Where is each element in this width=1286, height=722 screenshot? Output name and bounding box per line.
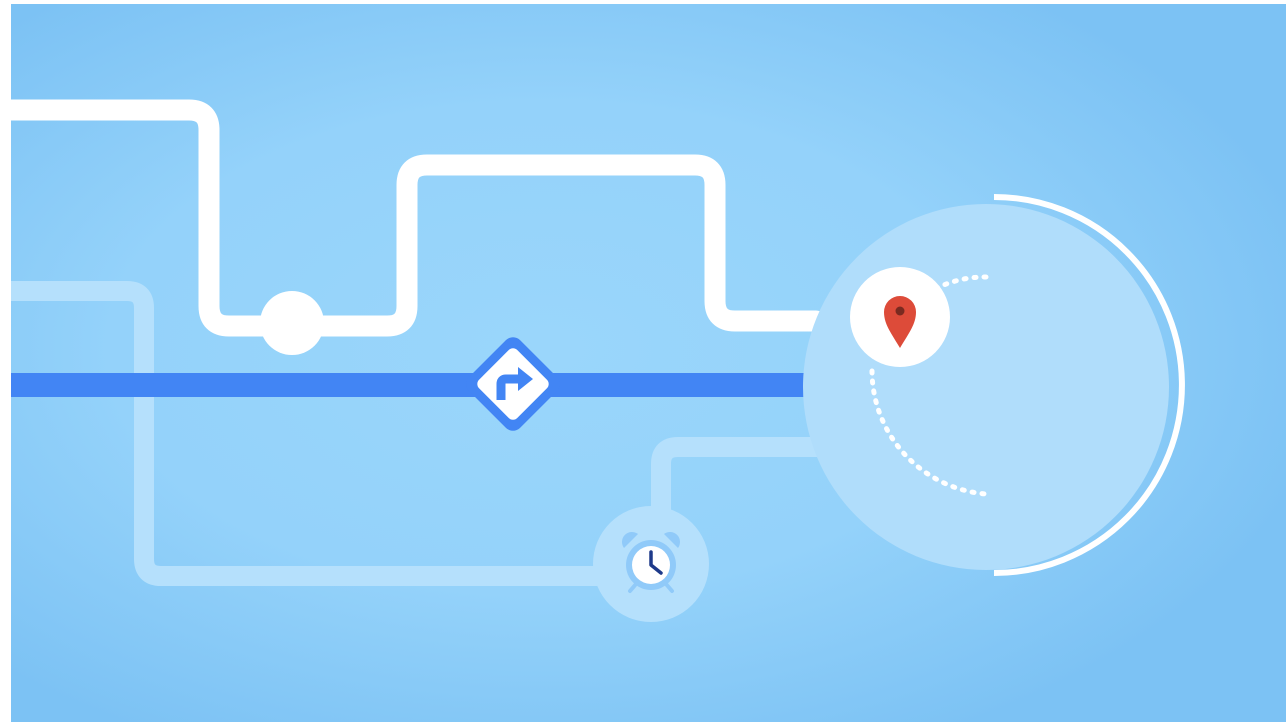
waypoint-dot (260, 291, 324, 355)
destination-circle (803, 204, 1169, 570)
illustration-canvas (11, 4, 1286, 722)
main-route (11, 373, 806, 397)
map-pin-badge (850, 267, 950, 367)
alarm-clock-badge (593, 506, 709, 622)
route-illustration (11, 4, 1286, 722)
